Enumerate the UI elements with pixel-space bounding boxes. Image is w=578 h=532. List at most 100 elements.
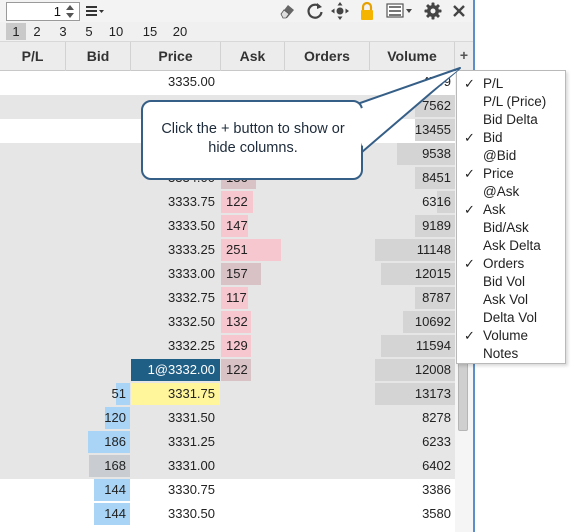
bid-cell[interactable] bbox=[66, 359, 129, 381]
ask-cell[interactable]: 122 bbox=[223, 359, 283, 381]
ask-cell[interactable] bbox=[223, 407, 283, 429]
ladder-row[interactable]: 168 3331.00 6402 bbox=[0, 455, 455, 479]
price-cell[interactable]: 3333.75 bbox=[131, 191, 220, 213]
spin-down-icon[interactable] bbox=[66, 13, 74, 18]
preset-2[interactable]: 2 bbox=[28, 23, 46, 40]
orders-cell[interactable] bbox=[285, 479, 370, 501]
column-menu-item[interactable]: Ask Delta bbox=[457, 237, 565, 255]
ladder-row[interactable]: 3335.00 4799 bbox=[0, 71, 455, 95]
column-menu-item[interactable]: ✓ Bid bbox=[457, 129, 565, 147]
column-menu-item[interactable]: Delta Vol bbox=[457, 309, 565, 327]
ladder-row[interactable]: 120 3331.50 8278 bbox=[0, 407, 455, 431]
eraser-icon[interactable] bbox=[277, 1, 297, 21]
orders-cell[interactable] bbox=[285, 191, 370, 213]
center-icon[interactable] bbox=[330, 1, 350, 21]
preset-15[interactable]: 15 bbox=[139, 23, 161, 40]
column-menu-item[interactable]: ✓ Volume bbox=[457, 327, 565, 345]
ladder-row[interactable]: 3332.25 129 11594 bbox=[0, 335, 455, 359]
bid-cell[interactable]: 51 bbox=[66, 383, 129, 405]
ask-cell[interactable] bbox=[223, 455, 283, 477]
ladder-row[interactable]: 51 3331.75 13173 bbox=[0, 383, 455, 407]
orders-cell[interactable] bbox=[285, 215, 370, 237]
ladder-row[interactable]: 186 3331.25 6233 bbox=[0, 431, 455, 455]
bid-cell[interactable] bbox=[66, 215, 129, 237]
price-cell[interactable]: 3331.25 bbox=[131, 431, 220, 453]
working-order-price-cell[interactable]: 1@3332.00 bbox=[131, 359, 220, 381]
price-cell[interactable]: 3331.00 bbox=[131, 455, 220, 477]
ladder-row[interactable]: 3333.25 251 11148 bbox=[0, 239, 455, 263]
header-volume[interactable]: Volume bbox=[370, 42, 455, 71]
bid-cell[interactable] bbox=[66, 119, 129, 141]
column-menu-item[interactable]: P/L (Price) bbox=[457, 93, 565, 111]
orders-cell[interactable] bbox=[285, 335, 370, 357]
price-cell[interactable]: 3335.00 bbox=[131, 71, 220, 93]
orders-cell[interactable] bbox=[285, 407, 370, 429]
ladder-row[interactable]: 3333.00 157 12015 bbox=[0, 263, 455, 287]
price-cell[interactable]: 3331.75 bbox=[131, 383, 220, 405]
header-ask[interactable]: Ask bbox=[221, 42, 285, 71]
bid-cell[interactable] bbox=[66, 287, 129, 309]
column-menu-item[interactable]: ✓ P/L bbox=[457, 75, 565, 93]
bid-cell[interactable] bbox=[66, 335, 129, 357]
header-bid[interactable]: Bid bbox=[66, 42, 131, 71]
orders-cell[interactable] bbox=[285, 431, 370, 453]
header-price[interactable]: Price bbox=[131, 42, 221, 71]
orders-cell[interactable] bbox=[285, 503, 370, 525]
ask-cell[interactable] bbox=[223, 479, 283, 501]
price-cell[interactable]: 3330.75 bbox=[131, 479, 220, 501]
spin-up-icon[interactable] bbox=[66, 5, 74, 10]
preset-1[interactable]: 1 bbox=[6, 23, 26, 40]
column-menu-item[interactable]: @Ask bbox=[457, 183, 565, 201]
bid-cell[interactable] bbox=[66, 263, 129, 285]
ladder-row[interactable]: 3332.75 117 8787 bbox=[0, 287, 455, 311]
preset-20[interactable]: 20 bbox=[169, 23, 191, 40]
ask-cell[interactable] bbox=[223, 383, 283, 405]
price-cell[interactable]: 3331.50 bbox=[131, 407, 220, 429]
column-menu-item[interactable]: Notes bbox=[457, 345, 565, 363]
price-cell[interactable]: 3332.75 bbox=[131, 287, 220, 309]
preset-10[interactable]: 10 bbox=[105, 23, 127, 40]
ask-cell[interactable]: 147 bbox=[223, 215, 283, 237]
price-cell[interactable]: 3330.50 bbox=[131, 503, 220, 525]
orders-cell[interactable] bbox=[285, 287, 370, 309]
price-cell[interactable]: 3332.25 bbox=[131, 335, 220, 357]
price-cell[interactable]: 3332.50 bbox=[131, 311, 220, 333]
column-menu-item[interactable]: Bid Delta bbox=[457, 111, 565, 129]
bid-cell[interactable] bbox=[66, 191, 129, 213]
ask-cell[interactable]: 132 bbox=[223, 311, 283, 333]
bid-cell[interactable] bbox=[66, 95, 129, 117]
column-menu-item[interactable]: ✓ Orders bbox=[457, 255, 565, 273]
column-menu-item[interactable]: Ask Vol bbox=[457, 291, 565, 309]
orders-cell[interactable] bbox=[285, 383, 370, 405]
quantity-spin-buttons[interactable] bbox=[64, 4, 77, 19]
refresh-icon[interactable] bbox=[305, 1, 325, 21]
bid-cell[interactable] bbox=[66, 239, 129, 261]
bid-cell[interactable] bbox=[66, 311, 129, 333]
preset-3[interactable]: 3 bbox=[54, 23, 72, 40]
header-orders[interactable]: Orders bbox=[285, 42, 370, 71]
ladder-row[interactable]: 3333.75 122 6316 bbox=[0, 191, 455, 215]
bid-cell[interactable]: 120 bbox=[66, 407, 129, 429]
orders-cell[interactable] bbox=[285, 359, 370, 381]
column-menu-item[interactable]: @Bid bbox=[457, 147, 565, 165]
menu-icon[interactable] bbox=[85, 3, 105, 19]
bid-cell[interactable] bbox=[66, 167, 129, 189]
bid-cell[interactable]: 168 bbox=[66, 455, 129, 477]
bid-cell[interactable] bbox=[66, 143, 129, 165]
bid-cell[interactable]: 186 bbox=[66, 431, 129, 453]
column-menu-item[interactable]: Bid/Ask bbox=[457, 219, 565, 237]
ladder-row[interactable]: 3333.50 147 9189 bbox=[0, 215, 455, 239]
bid-cell[interactable]: 144 bbox=[66, 503, 129, 525]
price-cell[interactable]: 3333.50 bbox=[131, 215, 220, 237]
orders-cell[interactable] bbox=[285, 71, 370, 93]
column-menu-item[interactable]: Bid Vol bbox=[457, 273, 565, 291]
ask-cell[interactable]: 122 bbox=[223, 191, 283, 213]
close-icon[interactable] bbox=[449, 1, 469, 21]
ladder-row[interactable]: 1@3332.00 122 12008 bbox=[0, 359, 455, 383]
ask-cell[interactable]: 129 bbox=[223, 335, 283, 357]
orders-cell[interactable] bbox=[285, 311, 370, 333]
quantity-value[interactable]: 1 bbox=[54, 4, 61, 19]
ladder-row[interactable]: 144 3330.75 3386 bbox=[0, 479, 455, 503]
preset-5[interactable]: 5 bbox=[80, 23, 98, 40]
quantity-stepper[interactable]: 1 bbox=[6, 2, 80, 21]
